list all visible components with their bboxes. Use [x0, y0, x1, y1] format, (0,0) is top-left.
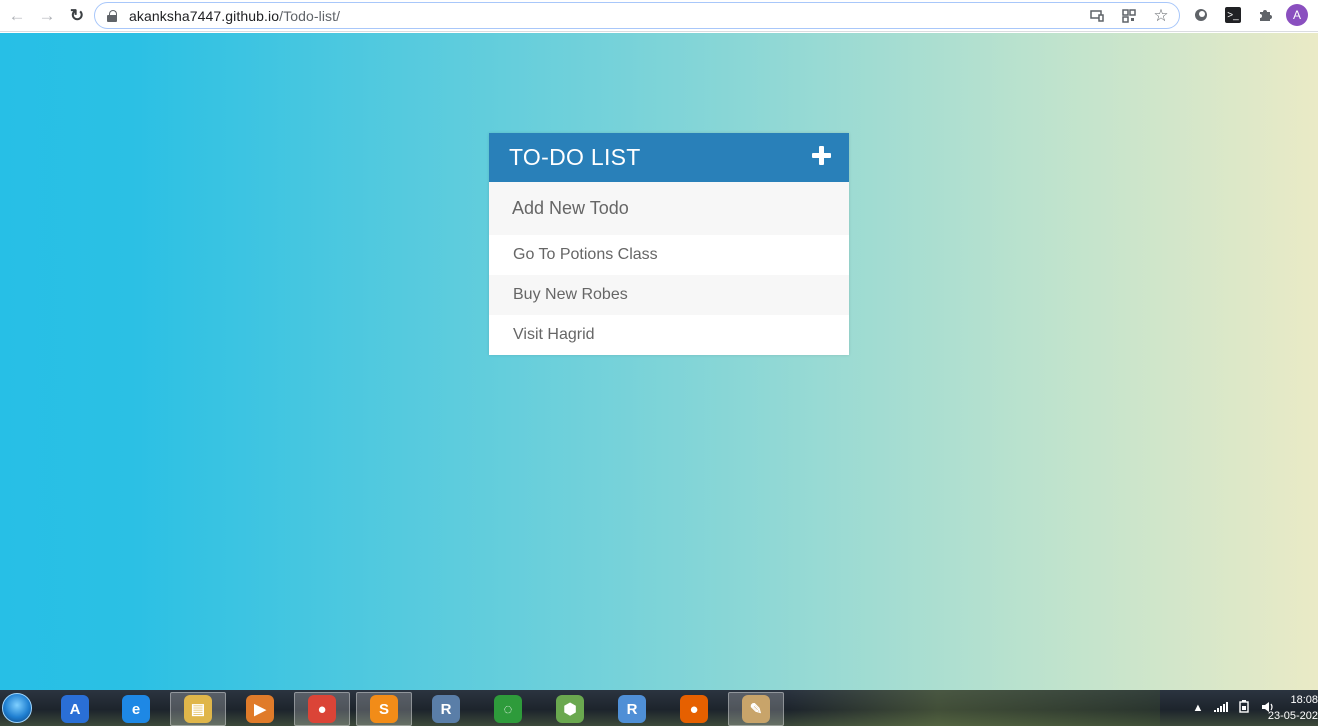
taskbar-app-button[interactable]: ▶ [232, 692, 288, 726]
taskbar-app-button[interactable]: ⬢ [542, 692, 598, 726]
clock-date: 23-05-202 [1267, 710, 1318, 722]
todo-list: Go To Potions Class Buy New Robes Visit … [489, 235, 849, 355]
system-clock[interactable]: 18:08 23-05-202 [1266, 692, 1318, 724]
windows-taskbar: Ae ▤ ▶ ● S R ◌ ⬢ R ● ✎ ▲ 18:08 23-05-202 [0, 690, 1318, 726]
taskbar-app-button[interactable]: ✎ [728, 692, 784, 726]
url-path: /Todo-list/ [279, 7, 341, 24]
forward-arrow-icon: → [38, 5, 56, 25]
taskbar-app-button[interactable]: R [604, 692, 660, 726]
todo-header: TO-DO LIST [489, 133, 849, 182]
network-signal-icon[interactable] [1214, 701, 1228, 715]
chrome-icon: ● [308, 695, 336, 723]
taskbar-app-button[interactable]: e [108, 692, 164, 726]
media-player-icon: ▶ [246, 695, 274, 723]
paint-icon: ✎ [742, 695, 770, 723]
reload-icon: ↻ [69, 5, 85, 25]
terminal-extension-icon[interactable]: >_ [1222, 4, 1244, 26]
taskbar-app-button[interactable]: ● [666, 692, 722, 726]
address-bar[interactable]: akanksha7447.github.io/Todo-list/ ☆ [94, 2, 1180, 29]
todo-item[interactable]: Visit Hagrid [489, 315, 849, 355]
clock-time: 18:08 [1290, 694, 1318, 706]
firefox-icon: ● [680, 695, 708, 723]
taskbar-app-button[interactable]: ● [294, 692, 350, 726]
url-host: akanksha7447.github.io [129, 7, 280, 24]
rstudio-icon: R [432, 695, 460, 723]
extension-circle-icon[interactable] [1190, 4, 1212, 26]
android-studio-icon: A [61, 695, 89, 723]
taskbar-app-button[interactable]: ◌ [480, 692, 536, 726]
bookmark-star-icon[interactable]: ☆ [1151, 6, 1171, 26]
loader-icon: ◌ [494, 695, 522, 723]
r-icon: R [618, 695, 646, 723]
windows-logo-icon [2, 693, 32, 723]
start-button[interactable] [0, 690, 34, 726]
taskbar-app-button[interactable]: A [47, 692, 103, 726]
back-button[interactable]: ← [4, 3, 30, 29]
cast-icon[interactable] [1087, 6, 1107, 26]
package-icon: ⬢ [556, 695, 584, 723]
show-hidden-icons-icon[interactable]: ▲ [1191, 702, 1205, 714]
plus-icon[interactable] [812, 146, 831, 165]
forward-button[interactable]: → [34, 3, 60, 29]
battery-icon[interactable] [1237, 700, 1251, 716]
extensions-puzzle-icon[interactable] [1254, 4, 1276, 26]
page-background: TO-DO LIST Go To Potions Class Buy New R… [0, 33, 1318, 690]
todo-item[interactable]: Go To Potions Class [489, 235, 849, 275]
todo-container: TO-DO LIST Go To Potions Class Buy New R… [489, 133, 849, 355]
taskbar-app-button[interactable]: ▤ [170, 692, 226, 726]
url-text: akanksha7447.github.io/Todo-list/ [129, 8, 340, 24]
back-arrow-icon: ← [8, 5, 26, 25]
page-title: TO-DO LIST [509, 144, 641, 170]
qr-code-icon[interactable] [1119, 6, 1139, 26]
sublime-text-icon: S [370, 695, 398, 723]
new-todo-input[interactable] [489, 182, 849, 235]
reload-button[interactable]: ↻ [64, 3, 90, 29]
internet-explorer-icon: e [122, 695, 150, 723]
taskbar-app-button[interactable]: S [356, 692, 412, 726]
system-tray: ▲ [1191, 690, 1274, 726]
todo-item[interactable]: Buy New Robes [489, 275, 849, 315]
file-explorer-icon: ▤ [184, 695, 212, 723]
taskbar-app-button[interactable]: R [418, 692, 474, 726]
lock-icon [107, 9, 117, 22]
profile-avatar[interactable]: A [1286, 4, 1308, 26]
browser-toolbar: ← → ↻ akanksha7447.github.io/Todo-list/ … [0, 0, 1318, 32]
